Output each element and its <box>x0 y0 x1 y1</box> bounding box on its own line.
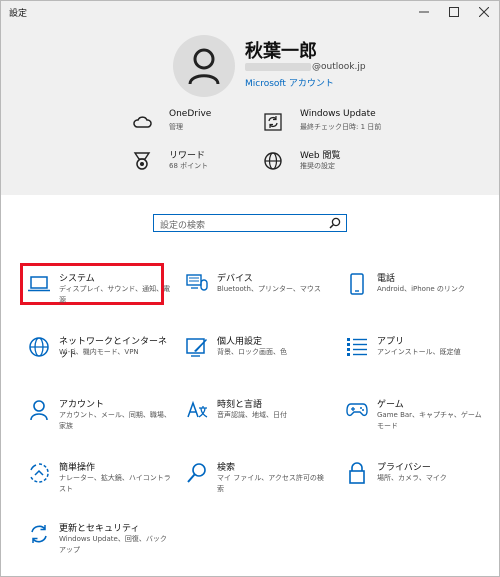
maximize-icon <box>449 7 459 17</box>
tile-time-language[interactable]: 時刻と言語 音声認識、地域、日付 <box>179 390 329 440</box>
search-settings-input[interactable]: 設定の検索 <box>153 214 347 232</box>
tile-title: ゲーム <box>377 400 404 410</box>
tile-update-security[interactable]: 更新とセキュリティ Windows Update、回復、バックアップ <box>21 514 171 564</box>
tile-title: プライバシー <box>377 463 431 473</box>
tile-network[interactable]: ネットワークとインターネット Wi-Fi、機内モード、VPN <box>21 327 171 377</box>
quick-windows-update[interactable]: Windows Update 最終チェック日時: 1 日前 <box>262 109 452 139</box>
tile-personalization[interactable]: 個人用設定 背景、ロック画面、色 <box>179 327 329 377</box>
quick-title: Windows Update <box>300 109 376 119</box>
personalization-icon <box>185 335 209 359</box>
quick-title: Web 閲覧 <box>300 151 341 161</box>
globe-icon <box>262 150 284 172</box>
tile-subtitle: マイ ファイル、アクセス許可の検索 <box>217 474 324 493</box>
close-button[interactable] <box>469 1 499 23</box>
quick-title: OneDrive <box>169 109 212 119</box>
person-icon <box>188 48 220 85</box>
tile-ease-of-access[interactable]: 簡単操作 ナレーター、拡大鏡、ハイコントラスト <box>21 453 171 503</box>
tile-subtitle: 背景、ロック画面、色 <box>217 348 287 356</box>
tile-subtitle: ディスプレイ、サウンド、通知、電源 <box>59 285 171 304</box>
tile-subtitle: 場所、カメラ、マイク <box>377 474 447 482</box>
title-bar: 設定 <box>1 1 499 23</box>
laptop-icon <box>27 272 51 296</box>
tile-title: 更新とセキュリティ <box>59 524 140 534</box>
search-placeholder: 設定の検索 <box>160 221 206 231</box>
tile-apps[interactable]: アプリ アンインストール、既定値 <box>339 327 489 377</box>
tile-title: アプリ <box>377 337 405 347</box>
settings-window: 設定 秋葉一郎 @outlook.jp Microsoft アカウント OneD… <box>0 0 500 577</box>
tile-privacy[interactable]: プライバシー 場所、カメラ、マイク <box>339 453 489 503</box>
tile-title: 簡単操作 <box>59 463 96 473</box>
minimize-icon <box>419 11 429 13</box>
tile-search[interactable]: 検索 マイ ファイル、アクセス許可の検索 <box>179 453 329 503</box>
search-icon <box>185 461 209 485</box>
tile-subtitle: アカウント、メール、同期、職場、家族 <box>59 411 171 430</box>
tile-subtitle: Android、iPhone のリンク <box>377 285 465 293</box>
devices-icon <box>185 272 209 296</box>
update-icon <box>262 111 284 133</box>
tile-title: アカウント <box>59 400 105 410</box>
maximize-button[interactable] <box>439 1 469 23</box>
tile-title: 検索 <box>217 463 236 473</box>
tile-title: システム <box>59 274 95 284</box>
tile-subtitle: Wi-Fi、機内モード、VPN <box>59 348 139 356</box>
tile-accounts[interactable]: アカウント アカウント、メール、同期、職場、家族 <box>21 390 171 440</box>
sync-icon <box>27 522 51 546</box>
ease-of-access-icon <box>27 461 51 485</box>
tile-title: デバイス <box>217 274 253 284</box>
account-icon <box>27 398 51 422</box>
quick-web-browsing[interactable]: Web 閲覧 推奨の設定 <box>262 148 452 178</box>
tile-system[interactable]: システム ディスプレイ、サウンド、通知、電源 <box>21 264 171 314</box>
tile-title: 個人用設定 <box>217 337 263 347</box>
close-icon <box>479 7 489 17</box>
network-globe-icon <box>27 335 51 359</box>
tile-devices[interactable]: デバイス Bluetooth、プリンター、マウス <box>179 264 329 314</box>
minimize-button[interactable] <box>409 1 439 23</box>
rewards-icon <box>131 150 153 172</box>
tile-subtitle: Windows Update、回復、バックアップ <box>59 535 167 554</box>
account-email: @outlook.jp <box>245 62 366 72</box>
tile-subtitle: Bluetooth、プリンター、マウス <box>217 285 321 293</box>
tile-subtitle: アンインストール、既定値 <box>377 348 461 356</box>
quick-subtitle: 68 ポイント <box>169 162 209 170</box>
microsoft-account-link[interactable]: Microsoft アカウント <box>245 76 334 89</box>
tile-title: 時刻と言語 <box>217 400 263 410</box>
quick-subtitle: 推奨の設定 <box>300 162 335 170</box>
window-title: 設定 <box>9 9 28 19</box>
quick-subtitle: 最終チェック日時: 1 日前 <box>300 123 382 131</box>
email-redaction <box>245 63 311 71</box>
lock-icon <box>345 461 369 485</box>
cloud-icon <box>131 111 153 133</box>
account-header: 秋葉一郎 @outlook.jp Microsoft アカウント OneDriv… <box>1 23 499 195</box>
time-language-icon <box>185 398 209 422</box>
quick-subtitle: 管理 <box>169 123 183 131</box>
tile-gaming[interactable]: ゲーム Game Bar、キャプチャ、ゲーム モード <box>339 390 489 440</box>
quick-title: リワード <box>169 151 206 161</box>
tile-subtitle: ナレーター、拡大鏡、ハイコントラスト <box>59 474 171 493</box>
search-icon[interactable] <box>329 217 341 229</box>
account-name: 秋葉一郎 <box>245 41 317 62</box>
phone-icon <box>345 272 369 296</box>
tile-phone[interactable]: 電話 Android、iPhone のリンク <box>339 264 489 314</box>
tile-subtitle: 音声認識、地域、日付 <box>217 411 287 419</box>
apps-list-icon <box>345 335 369 359</box>
tile-title: 電話 <box>377 274 396 284</box>
avatar[interactable] <box>173 35 235 97</box>
gamepad-icon <box>345 398 369 422</box>
tile-subtitle: Game Bar、キャプチャ、ゲーム モード <box>377 411 482 430</box>
